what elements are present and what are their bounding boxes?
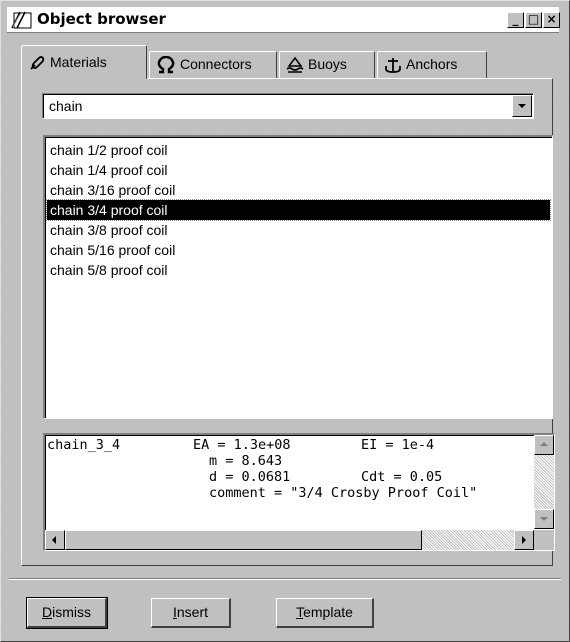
filter-value[interactable]: chain: [49, 98, 82, 114]
list-item[interactable]: chain 5/16 proof coil: [47, 240, 550, 260]
scroll-up-arrow-icon[interactable]: [534, 435, 554, 455]
horizontal-scrollbar[interactable]: [45, 530, 534, 550]
tab-label: Materials: [50, 54, 107, 70]
accelerator-key: D: [41, 604, 53, 620]
list-item[interactable]: chain 1/4 proof coil: [47, 160, 550, 180]
material-details-box[interactable]: chain_3_4 EA = 1.3e+08 EI = 1e-4 m = 8.6…: [43, 433, 555, 551]
detail-m: m = 8.643: [209, 453, 283, 469]
materials-listbox[interactable]: chain 1/2 proof coil chain 1/4 proof coi…: [43, 135, 553, 419]
scroll-left-arrow-icon[interactable]: [45, 530, 65, 550]
detail-d: d = 0.0681: [209, 469, 291, 485]
close-button[interactable]: ×: [543, 12, 560, 28]
scroll-down-arrow-icon[interactable]: [534, 509, 554, 529]
tab-connectors[interactable]: Connectors: [149, 51, 277, 79]
tab-anchors[interactable]: Anchors: [377, 51, 487, 79]
dismiss-button[interactable]: Dismiss: [26, 597, 108, 629]
tab-label: Buoys: [308, 56, 347, 72]
materials-panel: chain chain 1/2 proof coil chain 1/4 pro…: [21, 78, 555, 566]
tab-buoys[interactable]: Buoys: [279, 51, 375, 79]
app-icon: [11, 11, 32, 29]
divider: [9, 578, 561, 580]
list-item[interactable]: chain 5/8 proof coil: [47, 260, 550, 280]
button-label: ismiss: [52, 604, 91, 620]
window-title: Object browser: [37, 10, 166, 28]
detail-name: chain_3_4: [47, 437, 121, 453]
buoy-icon: [286, 57, 304, 74]
button-label: nsert: [176, 604, 208, 620]
list-item[interactable]: chain 1/2 proof coil: [47, 140, 550, 160]
list-item-selected[interactable]: chain 3/4 proof coil: [46, 199, 551, 221]
tab-materials[interactable]: Materials: [21, 45, 147, 79]
insert-button[interactable]: Insert: [151, 598, 231, 628]
detail-cdt: Cdt = 0.05: [361, 469, 443, 485]
scroll-thumb[interactable]: [65, 530, 422, 550]
tab-label: Connectors: [180, 56, 252, 72]
vertical-scrollbar[interactable]: [534, 435, 554, 529]
template-button[interactable]: Template: [276, 598, 374, 628]
filter-combobox[interactable]: chain: [42, 93, 534, 119]
scrollbar-corner: [534, 530, 554, 550]
list-item[interactable]: chain 3/8 proof coil: [47, 220, 550, 240]
detail-ei: EI = 1e-4: [361, 437, 435, 453]
tab-label: Anchors: [406, 56, 458, 72]
button-label: emplate: [303, 604, 353, 620]
title-bar[interactable]: Object browser _ □ ×: [7, 7, 560, 33]
anchor-icon: [385, 58, 401, 74]
maximize-button[interactable]: □: [525, 12, 542, 28]
list-item[interactable]: chain 3/16 proof coil: [47, 180, 550, 200]
scroll-right-arrow-icon[interactable]: [514, 530, 534, 550]
tab-strip: Materials Connectors Buoys Anchors: [21, 45, 541, 79]
chain-link-icon: [30, 56, 45, 70]
omega-connector-icon: [157, 56, 175, 74]
object-browser-window: Object browser _ □ × Materials Connector…: [0, 0, 570, 642]
details-text: chain_3_4 EA = 1.3e+08 EI = 1e-4 m = 8.6…: [47, 437, 532, 529]
dropdown-arrow-icon[interactable]: [512, 95, 532, 117]
minimize-button[interactable]: _: [507, 12, 524, 28]
detail-ea: EA = 1.3e+08: [193, 437, 291, 453]
detail-comment: comment = "3/4 Crosby Proof Coil": [209, 485, 478, 501]
